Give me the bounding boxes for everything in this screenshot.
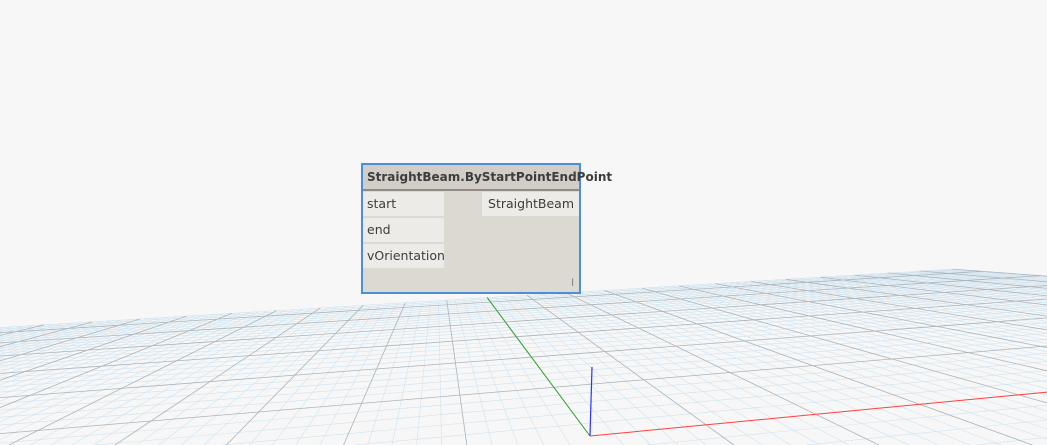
grid-line bbox=[272, 304, 381, 445]
input-port-vorientation[interactable]: vOrientation bbox=[363, 244, 445, 268]
grid-line bbox=[181, 306, 347, 445]
straightbeam-node[interactable]: StraightBeam.ByStartPointEndPoint start … bbox=[361, 163, 612, 294]
grid-line bbox=[446, 300, 468, 445]
grid-line bbox=[221, 370, 1047, 445]
grid-line bbox=[976, 437, 1047, 445]
x-axis-line bbox=[589, 391, 1047, 437]
grid-line bbox=[573, 292, 910, 445]
node-title[interactable]: StraightBeam.ByStartPointEndPoint bbox=[363, 165, 612, 191]
grid-line bbox=[596, 290, 1002, 445]
grid-line bbox=[526, 294, 735, 445]
grid-line bbox=[438, 300, 442, 445]
grid-line bbox=[462, 298, 519, 445]
y-axis-line bbox=[486, 297, 591, 437]
grid-line bbox=[604, 290, 1033, 445]
grid-line bbox=[494, 296, 624, 445]
lacing-indicator: l bbox=[571, 278, 574, 289]
grid-line bbox=[518, 295, 706, 445]
input-port-end[interactable]: end bbox=[363, 218, 444, 242]
grid-line bbox=[581, 291, 940, 445]
input-port-start[interactable]: start bbox=[363, 192, 444, 216]
grid-line bbox=[0, 339, 1047, 426]
grid-line bbox=[470, 298, 545, 445]
output-port-straightbeam[interactable]: StraightBeam bbox=[482, 192, 579, 216]
